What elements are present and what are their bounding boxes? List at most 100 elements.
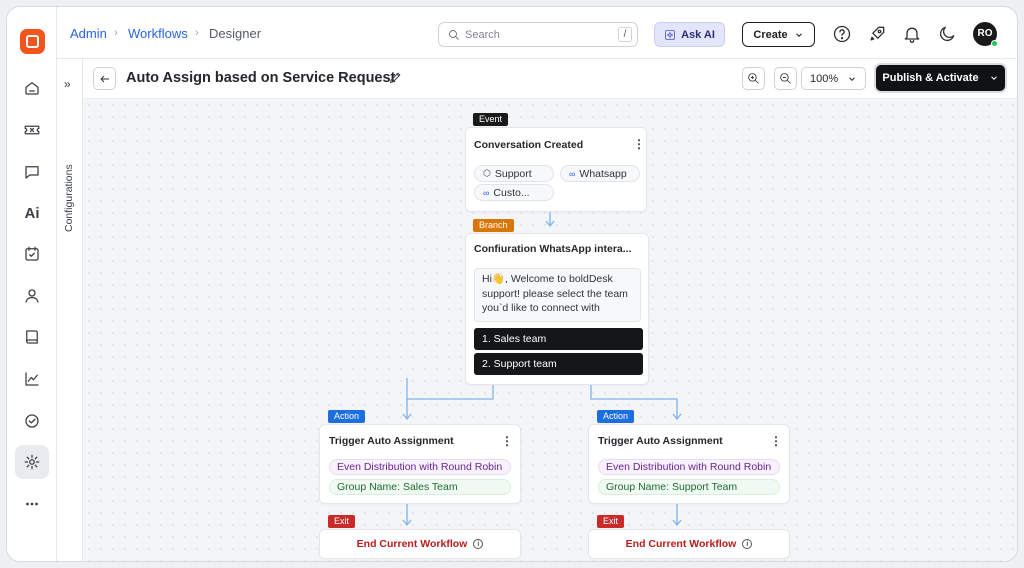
exit-tag: Exit xyxy=(328,515,356,528)
expand-icon[interactable]: » xyxy=(64,77,71,91)
chevron-right-icon: › xyxy=(195,27,199,39)
chevron-down-icon xyxy=(849,76,855,81)
user-icon[interactable] xyxy=(15,279,49,313)
chevron-down-icon xyxy=(990,76,997,80)
connector-arrow xyxy=(672,519,682,527)
sparkle-icon xyxy=(665,29,675,40)
action-title: Trigger Auto Assignment xyxy=(329,435,454,447)
event-chip-whatsapp: ∞ Whatsapp xyxy=(560,165,640,182)
action-tag: Action xyxy=(597,410,635,423)
chip-label: Support xyxy=(494,167,532,180)
breadcrumb-designer: Designer xyxy=(209,26,262,41)
action-title: Trigger Auto Assignment xyxy=(598,435,723,447)
exit-label: End Current Workflow xyxy=(356,538,468,550)
chip-label: Whatsapp xyxy=(579,167,627,180)
kebab-menu-icon[interactable]: ⋮ xyxy=(770,435,782,447)
check-circle-icon[interactable] xyxy=(15,404,49,438)
zoom-out-icon xyxy=(780,73,791,84)
bell-icon[interactable] xyxy=(902,24,922,44)
rocket-icon[interactable] xyxy=(867,24,887,44)
info-icon[interactable]: i xyxy=(742,539,753,549)
zoom-level-value: 100% xyxy=(810,72,839,85)
create-label: Create xyxy=(753,28,788,41)
ask-ai-button[interactable]: Ask AI xyxy=(654,22,725,47)
action-node-sales[interactable]: Trigger Auto Assignment ⋮ Even Distribut… xyxy=(319,424,521,504)
moon-icon[interactable] xyxy=(937,24,957,44)
exit-label-row: End Current Workflow i xyxy=(589,530,789,558)
cube-icon: ⬡ xyxy=(483,168,491,178)
zoom-in-icon xyxy=(748,73,759,84)
chevron-right-icon: › xyxy=(114,27,118,39)
action-tag: Action xyxy=(328,410,366,423)
branch-option-support[interactable]: 2. Support team xyxy=(474,353,643,375)
online-status-dot xyxy=(991,40,998,47)
branch-node[interactable]: Confiuration WhatsApp intera... Hi👋, Wel… xyxy=(465,233,649,385)
arrow-left-icon xyxy=(99,75,109,82)
message-line: Hi👋, Welcome to boldDesk xyxy=(482,273,613,285)
branch-option-sales[interactable]: 1. Sales team xyxy=(474,328,643,350)
exit-node-support[interactable]: End Current Workflow i xyxy=(588,529,790,559)
exit-node-sales[interactable]: End Current Workflow i xyxy=(319,529,521,559)
meta-icon: ∞ xyxy=(483,187,490,198)
back-button[interactable] xyxy=(93,67,116,90)
settings-icon[interactable] xyxy=(15,445,49,479)
help-icon[interactable] xyxy=(832,24,852,44)
info-icon[interactable]: i xyxy=(473,539,484,549)
ai-icon[interactable]: Ai xyxy=(15,196,49,230)
chip-label: Custo... xyxy=(493,186,530,199)
group-pill: Group Name: Support Team xyxy=(598,479,780,495)
action-node-support[interactable]: Trigger Auto Assignment ⋮ Even Distribut… xyxy=(588,424,790,504)
publish-label: Publish & Activate xyxy=(882,72,979,84)
ai-icon-text: Ai xyxy=(24,204,40,222)
branch-tag: Branch xyxy=(473,219,514,232)
message-line: you`d like to connect with xyxy=(482,302,600,314)
branch-message: Hi👋, Welcome to boldDesk support! please… xyxy=(474,268,641,322)
distribution-pill: Even Distribution with Round Robin xyxy=(329,459,511,475)
ask-ai-label: Ask AI xyxy=(681,28,715,41)
event-node[interactable]: Conversation Created ⋮ ⬡ Support ∞ Whats… xyxy=(465,127,647,212)
more-icon[interactable] xyxy=(15,487,49,521)
message-line: support! please select the team xyxy=(482,287,628,300)
zoom-level-select[interactable]: 100% xyxy=(801,67,866,90)
exit-tag: Exit xyxy=(597,515,625,528)
connector-arrow xyxy=(672,413,682,421)
kebab-menu-icon[interactable]: ⋮ xyxy=(633,138,645,150)
left-rail: Ai xyxy=(7,7,57,561)
event-title: Conversation Created xyxy=(474,139,584,151)
top-header: Admin › Workflows › Designer / Ask AI Cr… xyxy=(57,7,1017,59)
breadcrumb-workflows[interactable]: Workflows xyxy=(128,26,188,41)
app-logo[interactable] xyxy=(20,29,45,54)
configurations-panel-toggle[interactable]: » Configurations xyxy=(57,59,83,561)
breadcrumb-admin[interactable]: Admin xyxy=(70,26,107,41)
pencil-icon xyxy=(389,72,401,84)
ticket-icon[interactable] xyxy=(15,113,49,147)
workflow-toolbar: Auto Assign based on Service Request 100… xyxy=(83,59,1017,99)
app-window: Ai Admin › Workflows › Designer Search /… xyxy=(6,6,1018,562)
search-input[interactable] xyxy=(465,27,615,43)
exit-label: End Current Workflow xyxy=(625,538,737,550)
chart-icon[interactable] xyxy=(15,362,49,396)
event-tag: Event xyxy=(473,113,509,126)
workflow-canvas[interactable]: Event Conversation Created ⋮ ⬡ Support ∞… xyxy=(83,99,1017,561)
search-box[interactable]: / xyxy=(438,22,638,47)
search-shortcut-hint: / xyxy=(618,27,632,42)
branch-title: Confiuration WhatsApp intera... xyxy=(474,243,632,255)
exit-label-row: End Current Workflow i xyxy=(320,530,520,558)
book-icon[interactable] xyxy=(15,320,49,354)
home-icon[interactable] xyxy=(15,71,49,105)
meta-icon: ∞ xyxy=(569,168,576,179)
search-icon xyxy=(449,30,459,40)
publish-activate-button[interactable]: Publish & Activate xyxy=(876,65,1005,91)
calendar-check-icon[interactable] xyxy=(15,237,49,271)
connector-arrow xyxy=(545,220,555,228)
zoom-in-button[interactable] xyxy=(742,67,765,90)
create-button[interactable]: Create xyxy=(742,22,815,47)
edit-title-button[interactable] xyxy=(388,70,404,86)
connector-arrow xyxy=(402,519,412,527)
connector-arrow xyxy=(402,413,412,421)
kebab-menu-icon[interactable]: ⋮ xyxy=(501,435,513,447)
distribution-pill: Even Distribution with Round Robin xyxy=(598,459,780,475)
zoom-out-button[interactable] xyxy=(774,67,797,90)
chat-icon[interactable] xyxy=(15,155,49,189)
workflow-title: Auto Assign based on Service Request xyxy=(126,70,396,86)
